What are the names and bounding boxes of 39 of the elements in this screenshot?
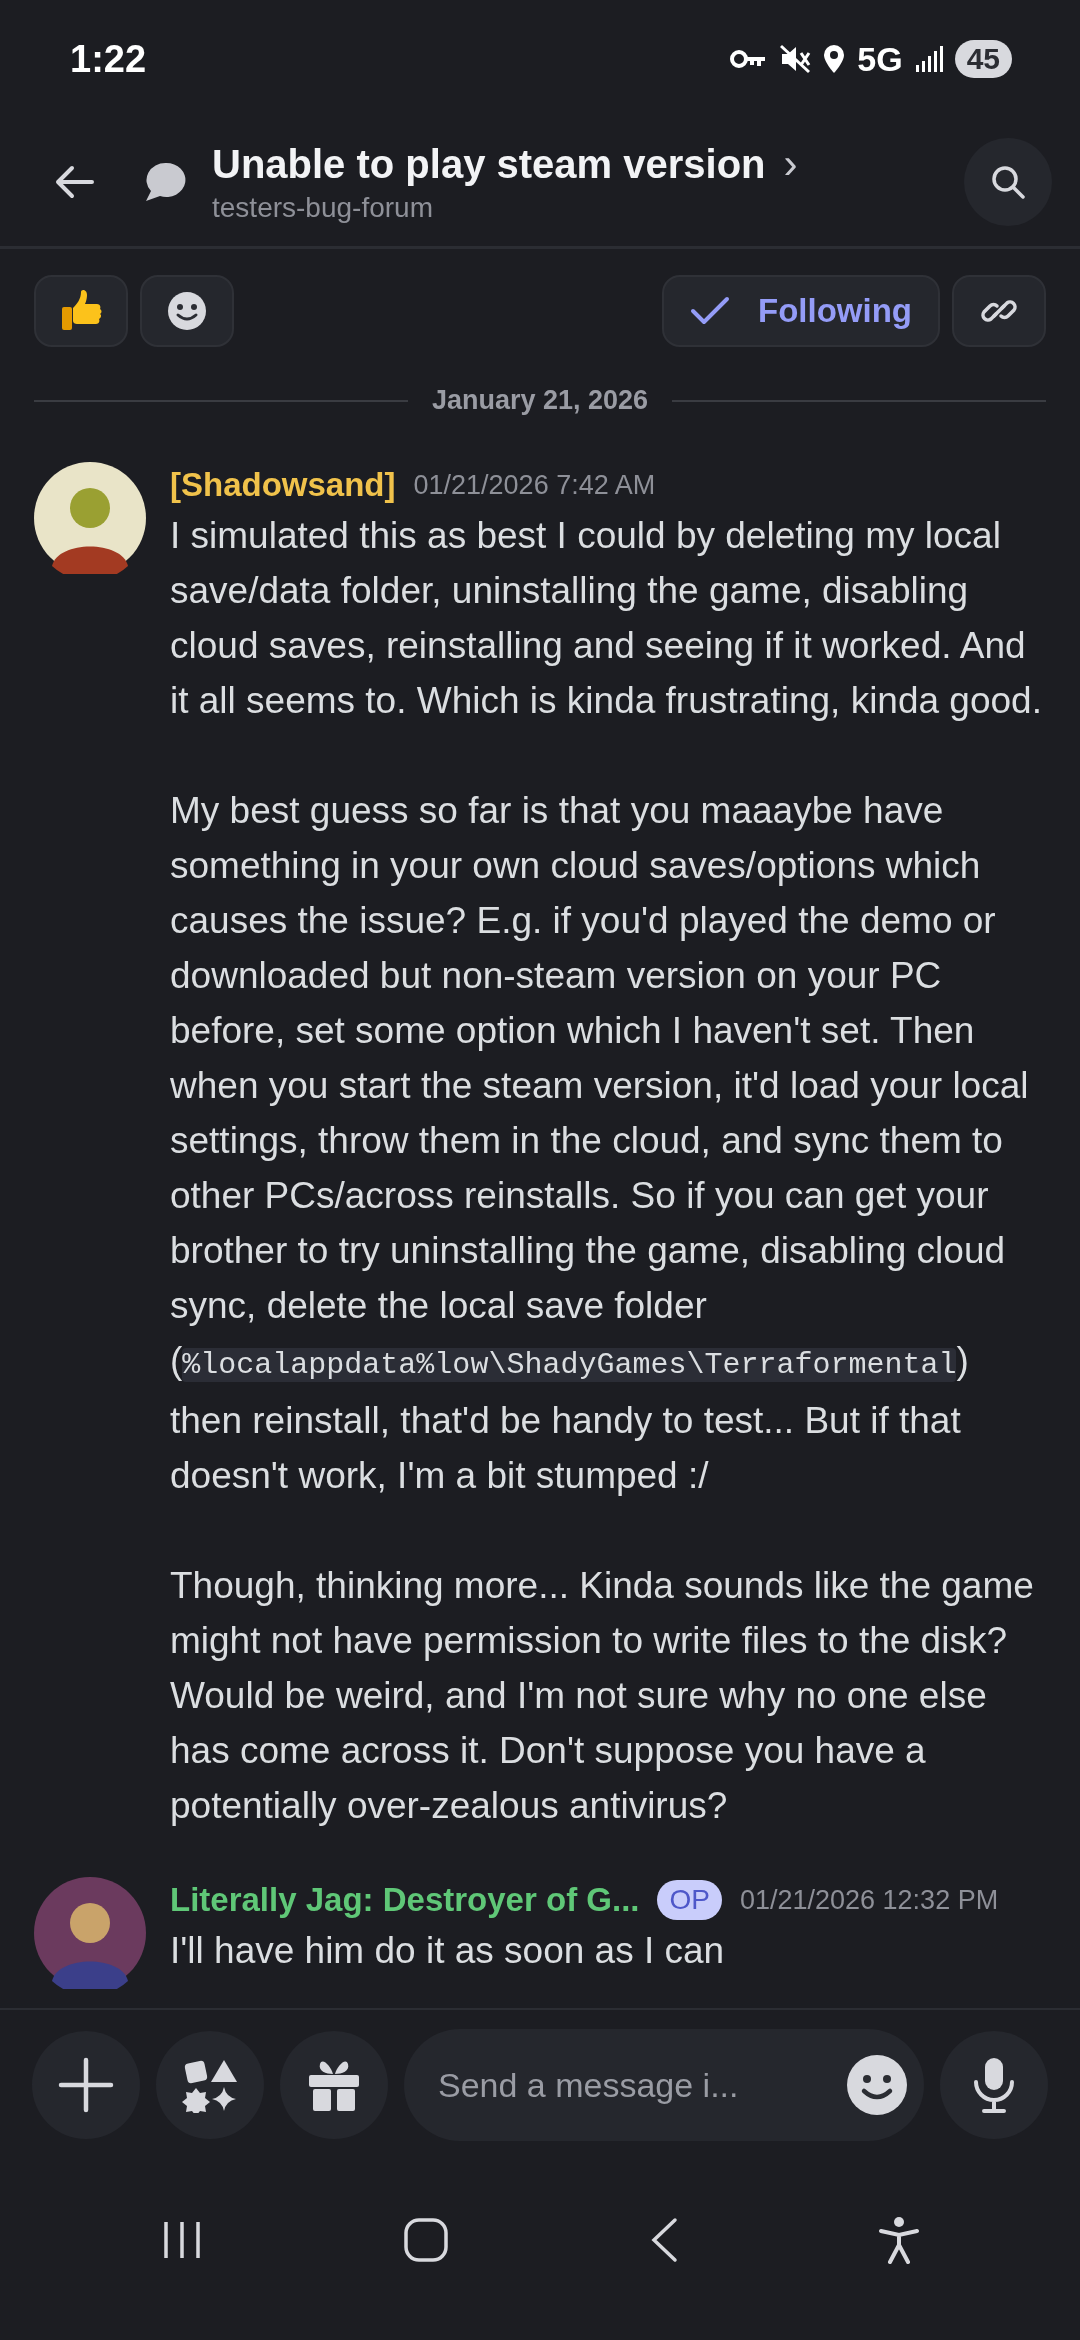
message-text: My best guess so far is that you maaaybe have something in your own cloud saves/options which causes the issue? E.g. if you'd played the demo or downloaded but non-steam version on your PC before, set some option which I haven't set. Then when you start the steam version, it'd load your local settings, throw them in the cloud, and sync them to other PCs/across reinstalls. So if you can get your brother to try uninstalling the game, disabling cloud sync, delete the local save folder (%localappdata%low\ShadyGames\Terraformental) then reinstall, that'd be handy to test... But if that doesn't work, I'm a bit stumped :/ bbox=[170, 789, 1030, 1498]
message-text: Though, thinking more... Kinda sounds like the game might not have permission to write files to the disk? Would be weird, and I'm not sure why no one else has come across it. Don't suppose you have a potentially over-zealous antivirus? bbox=[170, 1564, 1035, 1828]
status-time: 1:22 bbox=[70, 37, 147, 81]
avatar[interactable] bbox=[34, 1877, 146, 1989]
battery-level: 45 bbox=[954, 40, 1012, 78]
channel-name: testers-bug-forum bbox=[212, 192, 434, 224]
message-timestamp: 01/21/2026 7:42 AM bbox=[413, 469, 656, 501]
message-field[interactable]: Send a message i... bbox=[404, 2029, 924, 2141]
signal-icon bbox=[914, 45, 943, 73]
message-input[interactable]: Send a message i... bbox=[436, 2064, 846, 2106]
network-type: 5G bbox=[857, 39, 903, 79]
add-reaction-button[interactable] bbox=[140, 275, 234, 347]
microphone-icon bbox=[971, 2056, 1017, 2114]
mute-icon bbox=[779, 44, 812, 74]
accessibility-icon[interactable] bbox=[878, 2216, 921, 2264]
key-icon bbox=[729, 48, 768, 70]
checkmark-icon bbox=[690, 296, 731, 326]
message-timestamp: 01/21/2026 12:32 PM bbox=[739, 1884, 999, 1916]
inline-code: %localappdata%low\ShadyGames\Terraformental bbox=[182, 1348, 957, 1382]
op-badge: OP bbox=[657, 1880, 722, 1920]
chevron[interactable]: › bbox=[783, 140, 798, 188]
search-icon bbox=[990, 164, 1026, 200]
author-name[interactable]: [Shadowsand] bbox=[170, 466, 396, 504]
following-button[interactable]: Following bbox=[662, 275, 940, 347]
thread-title[interactable]: Unable to play steam version bbox=[212, 141, 766, 187]
author-name[interactable]: Literally Jag: Destroyer of G... bbox=[170, 1881, 640, 1919]
home-icon[interactable] bbox=[403, 2217, 450, 2263]
date-divider: January 21, 2026 bbox=[431, 385, 649, 416]
copy-link-button[interactable] bbox=[952, 275, 1046, 347]
smiley-icon bbox=[167, 291, 207, 331]
thumbs-up-button[interactable] bbox=[34, 275, 128, 347]
avatar[interactable] bbox=[34, 462, 146, 574]
emoji-icon[interactable] bbox=[846, 2054, 908, 2116]
speech-bubble-icon bbox=[144, 161, 186, 203]
back-icon[interactable] bbox=[54, 165, 94, 199]
message-text: I'll have him do it as soon as I can bbox=[170, 1929, 726, 1973]
plus-icon bbox=[58, 2057, 114, 2113]
location-icon bbox=[823, 44, 846, 74]
message-text: I simulated this as best I could by deleting my local save/data folder, uninstalling the game, disabling cloud saves, reinstalling and seeing if it worked. And it all seems to. Which is kinda frustrating, kinda good. bbox=[170, 514, 1043, 723]
